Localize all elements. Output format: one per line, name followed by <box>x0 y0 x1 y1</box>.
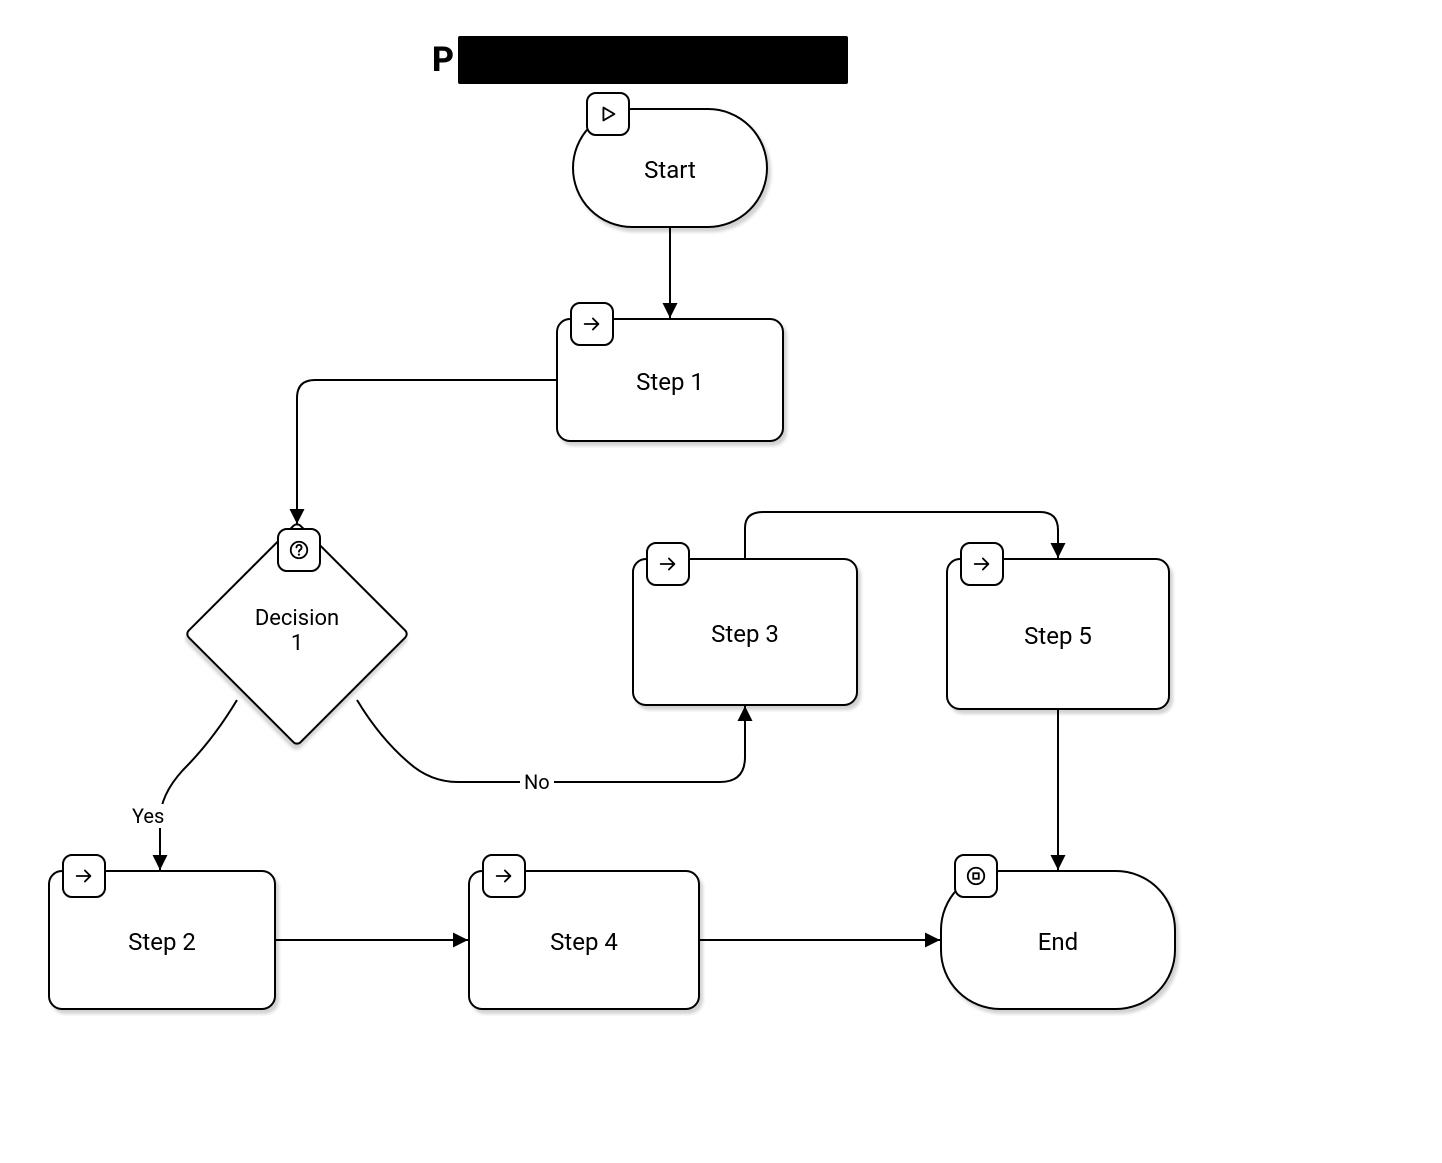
node-step4-label: Step 4 <box>470 928 698 956</box>
node-step3[interactable]: Step 3 <box>632 558 858 706</box>
stop-icon <box>954 854 998 898</box>
edge-step1-decision <box>297 380 556 524</box>
node-step2-label: Step 2 <box>50 928 274 956</box>
title-redaction <box>458 36 848 84</box>
edge-step3-step5 <box>745 512 1058 558</box>
play-icon <box>586 92 630 136</box>
arrow-right-icon <box>62 854 106 898</box>
arrow-right-icon <box>960 542 1004 586</box>
node-step4[interactable]: Step 4 <box>468 870 700 1010</box>
node-step3-label: Step 3 <box>634 620 856 648</box>
node-step5-label: Step 5 <box>948 622 1168 650</box>
arrow-right-icon <box>570 302 614 346</box>
node-decision1-label: Decision 1 <box>187 606 407 657</box>
node-end-label: End <box>942 928 1174 956</box>
flowchart-canvas: P Yes No Start <box>0 0 1442 1163</box>
node-step2[interactable]: Step 2 <box>48 870 276 1010</box>
node-step5[interactable]: Step 5 <box>946 558 1170 710</box>
arrow-right-icon <box>482 854 526 898</box>
node-end[interactable]: End <box>940 870 1176 1010</box>
arrow-right-icon <box>646 542 690 586</box>
diagram-title: P <box>432 40 455 80</box>
node-start[interactable]: Start <box>572 108 768 228</box>
edge-label-yes: Yes <box>128 804 168 828</box>
node-step1-label: Step 1 <box>558 368 782 396</box>
edge-label-no: No <box>520 770 554 794</box>
question-icon <box>277 528 321 572</box>
node-decision1[interactable]: Decision 1 <box>187 524 407 744</box>
node-step1[interactable]: Step 1 <box>556 318 784 442</box>
node-start-label: Start <box>574 156 766 184</box>
